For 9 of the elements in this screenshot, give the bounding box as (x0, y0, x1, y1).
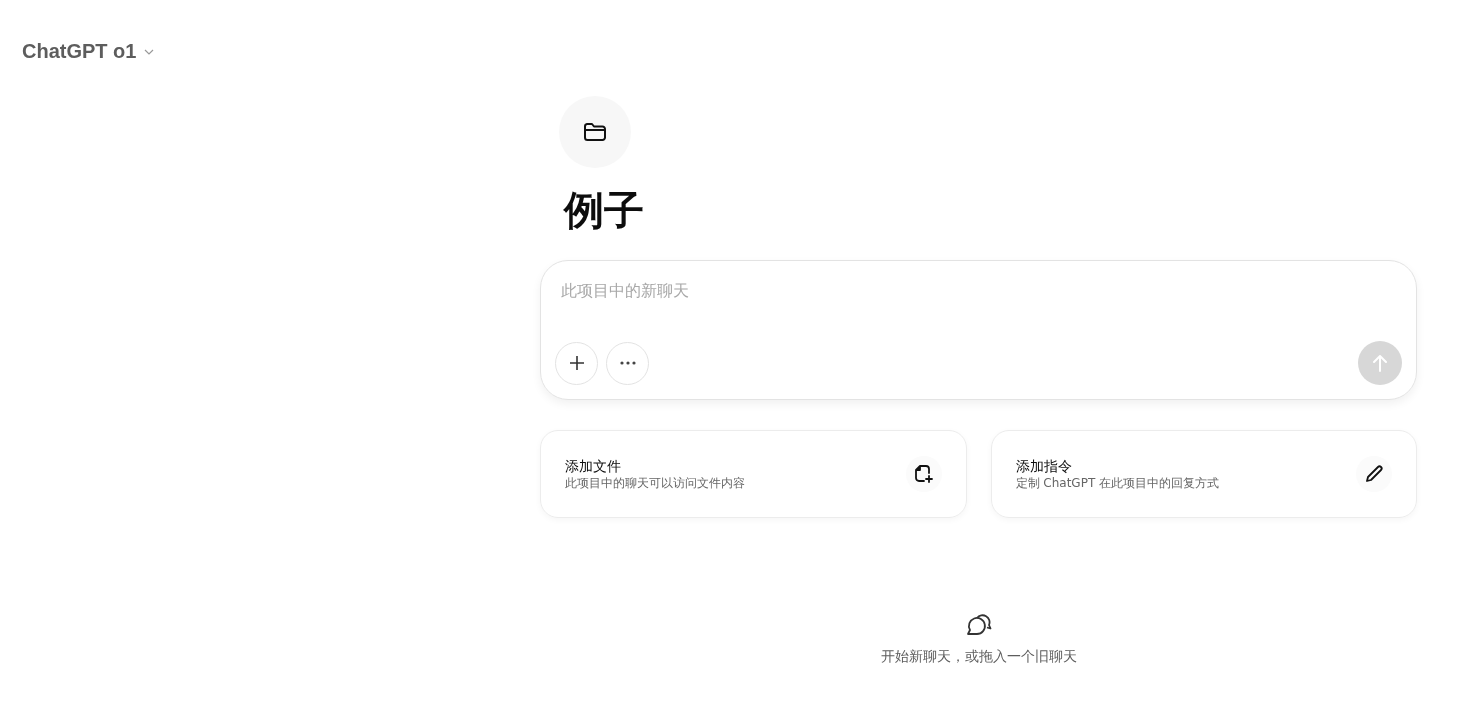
empty-state-text: 开始新聊天，或拖入一个旧聊天 (880, 648, 1077, 666)
project-title: 例子 (564, 186, 645, 234)
model-selector[interactable]: ChatGPT o1 (14, 38, 163, 65)
action-card[interactable]: 添加指令 定制 ChatGPT 在此项目中的回复方式 (990, 430, 1417, 518)
card-title: 添加指令 (1015, 457, 1073, 475)
card-description: 定制 ChatGPT 在此项目中的回复方式 (1015, 475, 1221, 491)
action-card[interactable]: 添加文件 此项目中的聊天可以访问文件内容 (540, 430, 967, 518)
card-description: 此项目中的聊天可以访问文件内容 (565, 475, 746, 491)
card-title: 添加文件 (565, 457, 622, 475)
